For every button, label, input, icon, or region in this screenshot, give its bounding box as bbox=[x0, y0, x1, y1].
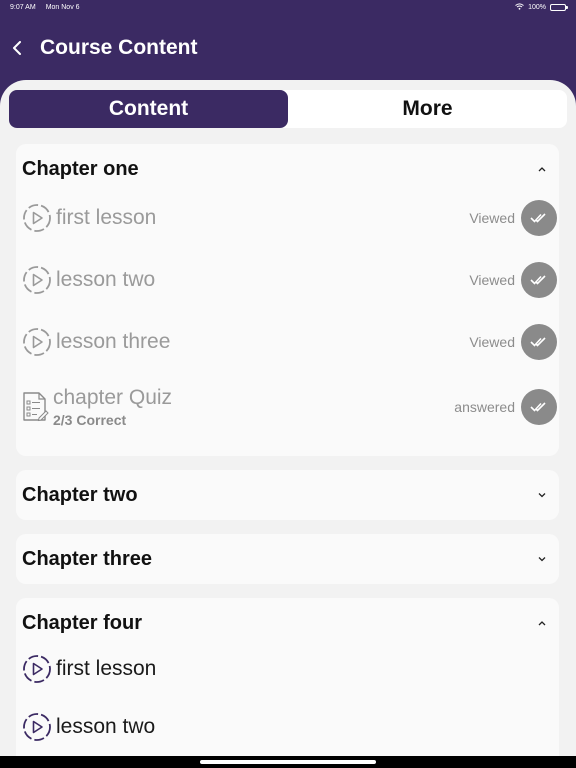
chapter-card-three: Chapter three bbox=[16, 534, 559, 584]
chevron-left-icon bbox=[13, 41, 21, 55]
lesson-row[interactable]: lesson three Viewed bbox=[16, 324, 559, 360]
play-circle-icon bbox=[23, 266, 51, 294]
play-circle-icon bbox=[23, 328, 51, 356]
lesson-label: lesson two bbox=[56, 715, 156, 738]
status-date: Mon Nov 6 bbox=[45, 3, 80, 11]
lesson-label: lesson three bbox=[56, 330, 171, 353]
chapter-header[interactable]: Chapter three bbox=[16, 534, 559, 584]
tab-more[interactable]: More bbox=[288, 90, 567, 128]
chevron-down-icon bbox=[537, 554, 547, 564]
status-bar: 9:07 AM Mon Nov 6 100% bbox=[0, 0, 576, 14]
lesson-row[interactable]: lesson two bbox=[16, 712, 559, 742]
chapter-card-one: Chapter one first lesson Viewed lesson t… bbox=[16, 144, 559, 456]
battery-percent: 100% bbox=[528, 3, 546, 11]
chapter-card-two: Chapter two bbox=[16, 470, 559, 520]
chevron-down-icon bbox=[537, 490, 547, 500]
chevron-up-icon bbox=[537, 164, 547, 174]
lesson-status: Viewed bbox=[469, 334, 515, 350]
lesson-label: first lesson bbox=[56, 657, 157, 680]
quiz-score: 2/3 Correct bbox=[53, 412, 127, 428]
double-check-icon bbox=[521, 324, 557, 360]
chapter-header[interactable]: Chapter one bbox=[16, 144, 559, 194]
chapter-header[interactable]: Chapter four bbox=[16, 598, 559, 648]
lesson-status: Viewed bbox=[469, 210, 515, 226]
double-check-icon bbox=[521, 200, 557, 236]
lesson-row[interactable]: lesson two Viewed bbox=[16, 262, 559, 298]
status-time: 9:07 AM bbox=[10, 3, 36, 11]
quiz-row[interactable]: chapter Quiz 2/3 Correct answered bbox=[16, 386, 559, 428]
chapter-header[interactable]: Chapter two bbox=[16, 470, 559, 520]
play-circle-icon bbox=[23, 713, 51, 741]
home-indicator bbox=[0, 756, 576, 768]
chapter-title: Chapter two bbox=[22, 483, 138, 506]
lesson-status: Viewed bbox=[469, 272, 515, 288]
chapter-card-four: Chapter four first lesson lesson two bbox=[16, 598, 559, 758]
play-circle-icon bbox=[23, 655, 51, 683]
chapter-title: Chapter one bbox=[22, 157, 139, 180]
lesson-row[interactable]: first lesson bbox=[16, 654, 559, 684]
double-check-icon bbox=[521, 262, 557, 298]
lesson-label: first lesson bbox=[56, 206, 157, 229]
lesson-row[interactable]: first lesson Viewed bbox=[16, 200, 559, 236]
page-title: Course Content bbox=[40, 36, 198, 59]
tab-content[interactable]: Content bbox=[9, 90, 288, 128]
play-circle-icon bbox=[23, 204, 51, 232]
nav-bar: Course Content bbox=[0, 14, 576, 82]
quiz-document-icon bbox=[23, 392, 49, 422]
tab-bar: Content More bbox=[9, 90, 567, 128]
quiz-label: chapter Quiz bbox=[53, 386, 173, 409]
battery-icon bbox=[550, 3, 568, 11]
home-indicator-bar[interactable] bbox=[200, 760, 376, 764]
lesson-label: lesson two bbox=[56, 268, 156, 291]
content-sheet: Content More Chapter one first lesson Vi… bbox=[0, 80, 576, 758]
chapter-title: Chapter three bbox=[22, 547, 153, 570]
chapter-title: Chapter four bbox=[22, 611, 142, 634]
wifi-icon bbox=[515, 2, 524, 12]
double-check-icon bbox=[521, 389, 557, 425]
back-button[interactable] bbox=[10, 38, 24, 58]
chevron-up-icon bbox=[537, 618, 547, 628]
quiz-status: answered bbox=[454, 399, 515, 415]
